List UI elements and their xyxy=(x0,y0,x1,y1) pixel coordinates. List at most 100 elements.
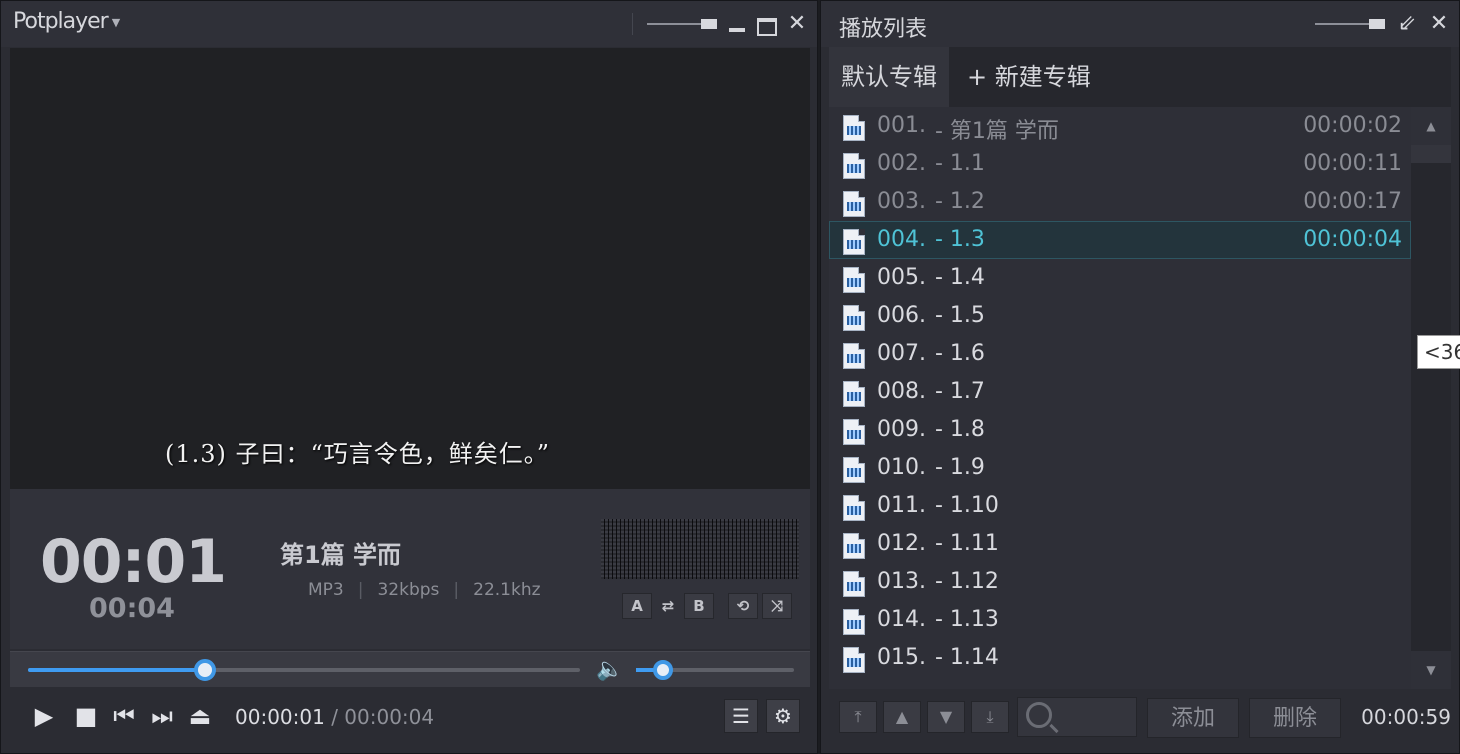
row-title: - 第1篇 学而 xyxy=(935,119,1059,144)
playlist-tabs: 默认专辑 + 新建专辑 xyxy=(829,47,1451,107)
row-duration: 00:00:11 xyxy=(1303,151,1402,176)
row-title: - 1.12 xyxy=(935,569,999,594)
tab-default-album[interactable]: 默认专辑 xyxy=(829,47,949,107)
app-title: Potplayer xyxy=(13,9,109,34)
speaker-icon[interactable]: 🔈 xyxy=(596,657,623,682)
delete-button[interactable]: 删除 xyxy=(1249,698,1341,738)
previous-icon[interactable]: ⏮ xyxy=(110,702,138,730)
row-title: - 1.5 xyxy=(935,303,985,328)
playlist-search[interactable] xyxy=(1017,697,1137,737)
divider: | xyxy=(453,580,460,600)
playlist-window-controls: ⇙ ✕ xyxy=(1315,11,1449,37)
playlist-row[interactable]: 002. - 1.1 00:00:11 xyxy=(829,145,1411,183)
playlist-title: 播放列表 xyxy=(839,17,928,42)
media-file-icon xyxy=(843,229,865,255)
seek-handle[interactable] xyxy=(193,659,216,681)
move-up-icon[interactable]: ▲ xyxy=(883,701,921,733)
playlist-row[interactable]: 007. - 1.6 xyxy=(829,335,1411,373)
playlist-row[interactable]: 003. - 1.2 00:00:17 xyxy=(829,183,1411,221)
elapsed-time: 00:01 xyxy=(40,527,227,597)
row-number: 015. xyxy=(877,645,926,670)
eject-icon[interactable]: ⏏ xyxy=(186,702,214,730)
subtitle-text: (1.3) 子曰：“巧言令色，鲜矣仁。” xyxy=(165,440,551,468)
track-meta: MP3 | 32kbps | 22.1khz xyxy=(308,580,541,600)
row-number: 008. xyxy=(877,379,926,404)
playlist-row[interactable]: 012. - 1.11 xyxy=(829,525,1411,563)
media-file-icon xyxy=(843,343,865,369)
opacity-slider[interactable] xyxy=(647,17,717,31)
row-number: 007. xyxy=(877,341,926,366)
playlist-scrollbar[interactable]: ▲ ▼ xyxy=(1411,107,1451,689)
row-title: - 1.11 xyxy=(935,531,999,556)
play-icon[interactable]: ▶ xyxy=(30,702,58,730)
row-duration: 00:00:02 xyxy=(1303,113,1402,138)
tooltip: <36 xyxy=(1417,335,1460,369)
close-icon[interactable]: ✕ xyxy=(787,13,807,35)
playlist-row[interactable]: 008. - 1.7 xyxy=(829,373,1411,411)
media-file-icon xyxy=(843,495,865,521)
row-number: 014. xyxy=(877,607,926,632)
media-file-icon xyxy=(843,533,865,559)
gear-icon[interactable]: ⚙ xyxy=(766,699,800,733)
move-top-icon[interactable]: ⤒ xyxy=(839,701,877,733)
playlist-row[interactable]: 004. - 1.3 00:00:04 xyxy=(829,221,1411,259)
row-number: 006. xyxy=(877,303,926,328)
scroll-down-icon[interactable]: ▼ xyxy=(1411,651,1451,689)
maximize-icon[interactable] xyxy=(757,14,777,34)
row-number: 002. xyxy=(877,151,926,176)
playlist-row[interactable]: 006. - 1.5 xyxy=(829,297,1411,335)
row-number: 012. xyxy=(877,531,926,556)
move-down-icon[interactable]: ▼ xyxy=(927,701,965,733)
media-file-icon xyxy=(843,419,865,445)
ab-repeat-a-button[interactable]: A xyxy=(622,593,652,619)
search-input[interactable] xyxy=(1058,704,1132,730)
row-number: 003. xyxy=(877,189,926,214)
move-bottom-icon[interactable]: ⤓ xyxy=(971,701,1009,733)
playlist-row[interactable]: 013. - 1.12 xyxy=(829,563,1411,601)
track-title: 第1篇 学而 xyxy=(280,541,402,569)
video-area[interactable]: (1.3) 子曰：“巧言令色，鲜矣仁。” xyxy=(10,48,810,489)
next-icon[interactable]: ⏭ xyxy=(148,702,176,730)
tab-new-album[interactable]: + 新建专辑 xyxy=(955,47,1103,107)
playlist-row[interactable]: 010. - 1.9 xyxy=(829,449,1411,487)
scroll-thumb[interactable] xyxy=(1411,145,1451,163)
row-title: - 1.8 xyxy=(935,417,985,442)
playlist-window: 播放列表 ⇙ ✕ 默认专辑 + 新建专辑 001. - 第1篇 学而 00:00:0… xyxy=(820,0,1460,754)
minimize-icon[interactable] xyxy=(727,14,747,34)
total-time: 00:04 xyxy=(89,593,175,624)
playlist-titlebar[interactable]: 播放列表 ⇙ ✕ xyxy=(821,1,1459,47)
playlist-row[interactable]: 014. - 1.13 xyxy=(829,601,1411,639)
playlist-toggle-icon[interactable]: ☰ xyxy=(724,699,758,733)
row-title: - 1.4 xyxy=(935,265,985,290)
loop-icon[interactable]: ⟲ xyxy=(728,593,758,619)
add-button[interactable]: 添加 xyxy=(1147,698,1239,738)
repeat-icon[interactable]: ⇄ xyxy=(656,593,680,619)
row-title: - 1.6 xyxy=(935,341,985,366)
scroll-up-icon[interactable]: ▲ xyxy=(1411,107,1451,145)
playlist-items[interactable]: 001. - 第1篇 学而 00:00:02 002. - 1.1 00:00:11 003… xyxy=(829,107,1411,689)
dock-icon[interactable]: ⇙ xyxy=(1397,13,1417,35)
row-number: 013. xyxy=(877,569,926,594)
playlist-row[interactable]: 005. - 1.4 xyxy=(829,259,1411,297)
app-menu-button[interactable]: Potplayer ▼ xyxy=(13,9,120,34)
close-icon[interactable]: ✕ xyxy=(1429,13,1449,35)
row-title: - 1.9 xyxy=(935,455,985,480)
playlist-opacity-slider[interactable] xyxy=(1315,17,1385,31)
media-file-icon xyxy=(843,381,865,407)
ab-repeat-b-button[interactable]: B xyxy=(684,593,714,619)
playlist-row[interactable]: 001. - 第1篇 学而 00:00:02 xyxy=(829,107,1411,145)
volume-slider[interactable] xyxy=(636,660,794,680)
seek-progress xyxy=(28,668,205,672)
transport-bar: ▶ ■ ⏮ ⏭ ⏏ 00:00:01 / 00:00:04 ☰ ⚙ xyxy=(10,688,810,746)
volume-handle[interactable] xyxy=(652,660,673,680)
row-title: - 1.7 xyxy=(935,379,985,404)
search-icon xyxy=(1026,702,1052,728)
stop-icon[interactable]: ■ xyxy=(72,702,100,730)
player-titlebar[interactable]: Potplayer ▼ ✕ xyxy=(1,1,817,47)
playlist-row[interactable]: 009. - 1.8 xyxy=(829,411,1411,449)
shuffle-icon[interactable]: ⤨ xyxy=(762,593,792,619)
media-file-icon xyxy=(843,305,865,331)
playlist-row[interactable]: 011. - 1.10 xyxy=(829,487,1411,525)
playlist-row[interactable]: 015. - 1.14 xyxy=(829,639,1411,677)
seek-bar[interactable] xyxy=(28,659,580,681)
